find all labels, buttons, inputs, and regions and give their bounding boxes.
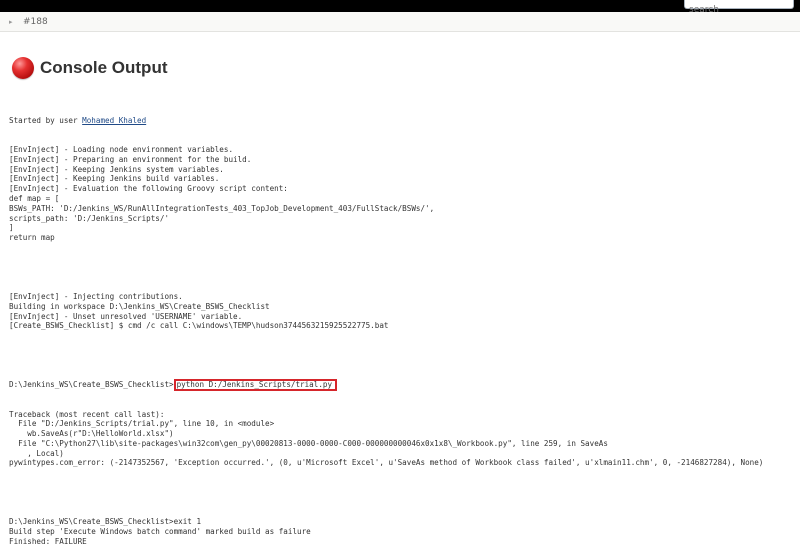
console-line: def map = [	[9, 193, 60, 203]
console-line: [EnvInject] - Keeping Jenkins system var…	[9, 164, 224, 174]
top-header-bar	[0, 0, 800, 16]
console-block-3: Traceback (most recent call last): File …	[9, 410, 763, 469]
console-line: File "C:\Python27\lib\site-packages\win3…	[9, 438, 608, 448]
breadcrumb-arrow-icon[interactable]: ▸	[9, 18, 19, 26]
console-line: Traceback (most recent call last):	[9, 409, 165, 419]
console-line-started: Started by user Mohamed Khaled	[9, 116, 763, 126]
console-line: [EnvInject] - Injecting contributions.	[9, 291, 183, 301]
console-line: [EnvInject] - Loading node environment v…	[9, 144, 234, 154]
console-line: BSWs_PATH: 'D:/Jenkins_WS/RunAllIntegrat…	[9, 203, 435, 213]
user-link[interactable]: Mohamed Khaled	[82, 116, 146, 125]
search-box[interactable]	[684, 0, 794, 16]
red-ball-icon	[12, 57, 34, 79]
page-title: Console Output	[40, 58, 168, 77]
console-line: Build step 'Execute Windows batch comman…	[9, 527, 311, 537]
page-heading: Console Output	[12, 55, 167, 81]
breadcrumb: ▸ #188	[0, 12, 800, 32]
console-line: scripts_path: 'D:/Jenkins_Scripts/'	[9, 213, 170, 223]
highlighted-command: python D:/Jenkins_Scripts/trial.py	[173, 379, 338, 392]
console-block-4: D:\Jenkins_WS\Create_BSWS_Checklist>exit…	[9, 517, 763, 546]
console-line: [Create_BSWS_Checklist] $ cmd /c call C:…	[9, 321, 389, 331]
console-line: , Local)	[9, 448, 64, 458]
console-line: [EnvInject] - Preparing an environment f…	[9, 154, 252, 164]
console-line: Finished: FAILURE	[9, 536, 87, 546]
console-line: pywintypes.com_error: (-2147352567, 'Exc…	[9, 458, 764, 468]
console-block-1: [EnvInject] - Loading node environment v…	[9, 145, 763, 243]
console-line-command: D:\Jenkins_WS\Create_BSWS_Checklist> pyth…	[9, 379, 763, 392]
console-line: [EnvInject] - Unset unresolved 'USERNAME…	[9, 311, 243, 321]
started-prefix: Started by user	[9, 115, 83, 125]
console-line: Building in workspace D:\Jenkins_WS\Crea…	[9, 301, 270, 311]
console-line: File "D:/Jenkins_Scripts/trial.py", line…	[9, 419, 275, 429]
console-line: wb.SaveAs(r"D:\HelloWorld.xlsx")	[9, 429, 174, 439]
console-line: [EnvInject] - Keeping Jenkins build vari…	[9, 174, 220, 184]
console-block-2: [EnvInject] - Injecting contributions. Bu…	[9, 292, 763, 331]
console-line: [EnvInject] - Evaluation the following G…	[9, 184, 288, 194]
console-line: ]	[9, 223, 14, 233]
breadcrumb-build-link[interactable]: #188	[23, 17, 48, 27]
console-line: D:\Jenkins_WS\Create_BSWS_Checklist>exit…	[9, 517, 202, 527]
console-output: Started by user Mohamed Khaled [EnvInjec…	[9, 96, 763, 556]
console-line: return map	[9, 233, 55, 243]
command-prefix: D:\Jenkins_WS\Create_BSWS_Checklist>	[9, 380, 174, 390]
